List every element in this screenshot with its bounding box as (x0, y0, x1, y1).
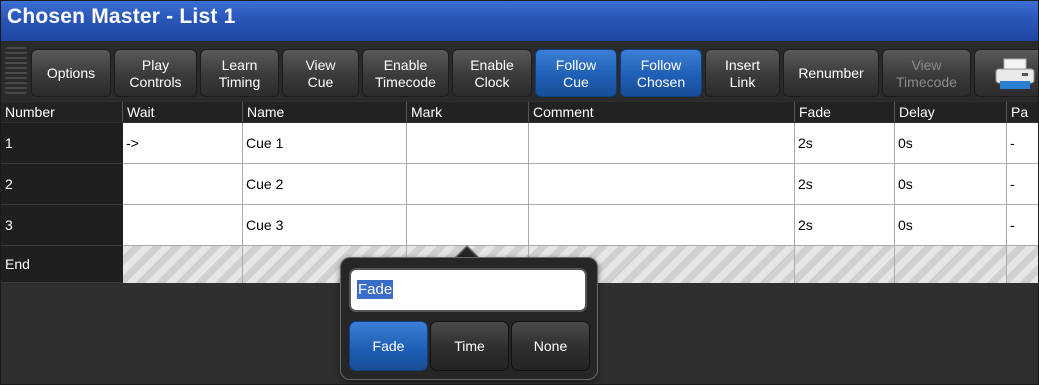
name-cell[interactable]: Cue 3 (243, 205, 407, 246)
path-cell[interactable]: - (1007, 164, 1038, 205)
print-button[interactable] (974, 49, 1038, 97)
column-header-name[interactable]: Name (243, 102, 407, 122)
end-row-placeholder (795, 246, 895, 283)
name-cell[interactable]: Cue 1 (243, 123, 407, 164)
column-header-mark[interactable]: Mark (407, 102, 529, 122)
cue-list-window: Chosen Master - List 1 Options Play Cont… (0, 0, 1039, 385)
end-row-placeholder (1007, 246, 1038, 283)
fade-cell[interactable]: 2s (795, 123, 895, 164)
time-option-button[interactable]: Time (430, 321, 509, 371)
view-timecode-button[interactable]: View Timecode (882, 49, 971, 97)
end-row-placeholder (123, 246, 243, 283)
toolbar: Options Play Controls Learn Timing View … (1, 41, 1038, 101)
none-option-button[interactable]: None (511, 321, 590, 371)
toolbar-grip-handle[interactable] (5, 47, 27, 95)
play-controls-button[interactable]: Play Controls (114, 49, 197, 97)
fade-option-button[interactable]: Fade (349, 321, 428, 371)
delay-cell[interactable]: 0s (895, 164, 1007, 205)
column-header-fade[interactable]: Fade (795, 102, 895, 122)
mark-editor-popup: Fade Fade Time None (340, 257, 598, 380)
follow-cue-button[interactable]: Follow Cue (535, 49, 617, 97)
follow-chosen-button[interactable]: Follow Chosen (620, 49, 702, 97)
row-number-cell[interactable]: 2 (1, 164, 123, 205)
row-number-cell[interactable]: 1 (1, 123, 123, 164)
options-button[interactable]: Options (31, 49, 111, 97)
enable-clock-button[interactable]: Enable Clock (452, 49, 532, 97)
mark-cell[interactable] (407, 164, 529, 205)
fade-cell[interactable]: 2s (795, 205, 895, 246)
renumber-button[interactable]: Renumber (783, 49, 879, 97)
row-number-cell[interactable]: 3 (1, 205, 123, 246)
column-header-number[interactable]: Number (1, 102, 123, 122)
column-header-wait[interactable]: Wait (123, 102, 243, 122)
mark-value-input[interactable]: Fade (349, 268, 587, 312)
learn-timing-button[interactable]: Learn Timing (200, 49, 279, 97)
selected-text: Fade (357, 280, 394, 299)
end-row-label[interactable]: End (1, 246, 123, 283)
name-cell[interactable]: Cue 2 (243, 164, 407, 205)
delay-cell[interactable]: 0s (895, 205, 1007, 246)
wait-cell[interactable]: -> (123, 123, 243, 164)
title-bar[interactable]: Chosen Master - List 1 (1, 1, 1038, 41)
enable-timecode-button[interactable]: Enable Timecode (362, 49, 449, 97)
column-header-path[interactable]: Pa (1007, 102, 1038, 122)
wait-cell[interactable] (123, 164, 243, 205)
window-title: Chosen Master - List 1 (7, 5, 236, 28)
mark-cell[interactable] (407, 205, 529, 246)
comment-cell[interactable] (529, 164, 795, 205)
fade-cell[interactable]: 2s (795, 164, 895, 205)
view-cue-button[interactable]: View Cue (282, 49, 359, 97)
column-header-delay[interactable]: Delay (895, 102, 1007, 122)
comment-cell[interactable] (529, 123, 795, 164)
wait-cell[interactable] (123, 205, 243, 246)
printer-icon (995, 58, 1035, 89)
delay-cell[interactable]: 0s (895, 123, 1007, 164)
path-cell[interactable]: - (1007, 205, 1038, 246)
end-row-placeholder (895, 246, 1007, 283)
comment-cell[interactable] (529, 205, 795, 246)
path-cell[interactable]: - (1007, 123, 1038, 164)
mark-cell[interactable] (407, 123, 529, 164)
insert-link-button[interactable]: Insert Link (705, 49, 780, 97)
column-header-comment[interactable]: Comment (529, 102, 795, 122)
